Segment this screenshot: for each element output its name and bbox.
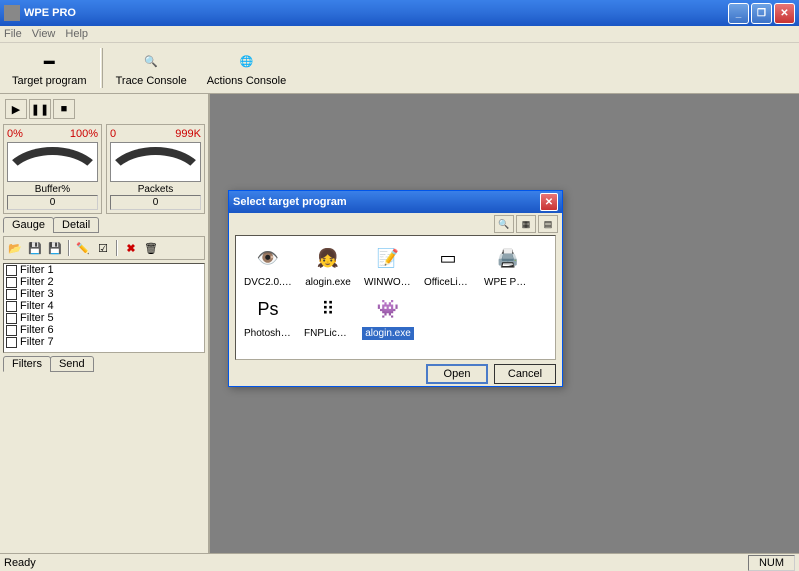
- filter-toolbar: 📂 💾 💾 ✏️ ☑ ✖ 🗑: [3, 236, 205, 260]
- status-bar: Ready NUM: [0, 553, 799, 571]
- dialog-title: Select target program: [233, 196, 540, 208]
- main-titlebar: WPE PRO _ ❐ ✕: [0, 0, 799, 26]
- tab-gauge[interactable]: Gauge: [3, 217, 54, 233]
- filter-item[interactable]: Filter 2: [4, 276, 204, 288]
- dialog-titlebar[interactable]: Select target program ✕: [229, 191, 562, 213]
- open-button[interactable]: Open: [426, 364, 488, 384]
- program-icon: 🖨️: [492, 242, 524, 274]
- sidebar: ▶ ❚❚ ■ 0%100% Buffer% 0 0999K Packets 0 …: [0, 94, 210, 559]
- globe-icon: 🌐: [230, 49, 262, 73]
- program-icon: ⠿: [312, 293, 344, 325]
- filter-item[interactable]: Filter 7: [4, 336, 204, 348]
- magnifier-icon: 🔍: [135, 49, 167, 73]
- play-button[interactable]: ▶: [5, 99, 27, 119]
- tab-filters[interactable]: Filters: [3, 356, 51, 372]
- toggle-icon[interactable]: ☑: [94, 239, 112, 257]
- file-item[interactable]: 👁️DVC2.0.exe: [242, 242, 294, 289]
- file-item[interactable]: 🖨️WPE PRO.exe: [482, 242, 534, 289]
- filter-item[interactable]: Filter 5: [4, 312, 204, 324]
- menu-help[interactable]: Help: [65, 28, 88, 40]
- trash-icon[interactable]: 🗑: [142, 239, 160, 257]
- packets-gauge: 0999K Packets 0: [106, 124, 205, 214]
- program-icon: 👾: [372, 293, 404, 325]
- filter-item[interactable]: Filter 4: [4, 300, 204, 312]
- open-icon[interactable]: 📂: [6, 239, 24, 257]
- dialog-close-button[interactable]: ✕: [540, 193, 558, 211]
- status-num: NUM: [748, 555, 795, 571]
- cancel-button[interactable]: Cancel: [494, 364, 556, 384]
- view-list-button[interactable]: ▤: [538, 215, 558, 233]
- chip-icon: ▬: [33, 49, 65, 73]
- filter-item[interactable]: Filter 3: [4, 288, 204, 300]
- maximize-button[interactable]: ❐: [751, 3, 772, 24]
- delete-icon[interactable]: ✖: [122, 239, 140, 257]
- view-icons-button[interactable]: ▦: [516, 215, 536, 233]
- program-icon: Ps: [252, 293, 284, 325]
- file-item[interactable]: PsPhotoshop.exe: [242, 293, 294, 340]
- save-icon[interactable]: 💾: [26, 239, 44, 257]
- buffer-gauge: 0%100% Buffer% 0: [3, 124, 102, 214]
- close-button[interactable]: ✕: [774, 3, 795, 24]
- stop-button[interactable]: ■: [53, 99, 75, 119]
- program-icon: 👧: [312, 242, 344, 274]
- checkbox-icon[interactable]: [6, 277, 17, 288]
- target-program-button[interactable]: ▬ Target program: [3, 46, 96, 90]
- menu-view[interactable]: View: [32, 28, 56, 40]
- trace-console-button[interactable]: 🔍 Trace Console: [107, 46, 196, 90]
- checkbox-icon[interactable]: [6, 301, 17, 312]
- file-item[interactable]: 👾alogin.exe: [362, 293, 414, 340]
- tab-send[interactable]: Send: [50, 356, 94, 372]
- filter-item[interactable]: Filter 6: [4, 324, 204, 336]
- file-item[interactable]: ▭OfficeLiveSi...: [422, 242, 474, 289]
- gauge-meter: [7, 142, 98, 182]
- tab-detail[interactable]: Detail: [53, 217, 99, 233]
- checkbox-icon[interactable]: [6, 265, 17, 276]
- status-text: Ready: [4, 557, 36, 569]
- gauge-tabs: Gauge Detail: [3, 217, 205, 233]
- filter-list[interactable]: Filter 1Filter 2Filter 3Filter 4Filter 5…: [3, 263, 205, 353]
- minimize-button[interactable]: _: [728, 3, 749, 24]
- pause-button[interactable]: ❚❚: [29, 99, 51, 119]
- menu-file[interactable]: File: [4, 28, 22, 40]
- app-icon: [4, 5, 20, 21]
- file-item[interactable]: ⠿FNPLicensi...: [302, 293, 354, 340]
- save-all-icon[interactable]: 💾: [46, 239, 64, 257]
- program-icon: ▭: [432, 242, 464, 274]
- refresh-icon[interactable]: 🔍: [494, 215, 514, 233]
- toolbar-divider: [100, 48, 103, 88]
- actions-console-button[interactable]: 🌐 Actions Console: [198, 46, 296, 90]
- playback-controls: ▶ ❚❚ ■: [3, 97, 205, 121]
- dialog-toolbar: 🔍 ▦ ▤: [229, 213, 562, 235]
- gauge-meter: [110, 142, 201, 182]
- main-toolbar: ▬ Target program 🔍 Trace Console 🌐 Actio…: [0, 43, 799, 94]
- file-item[interactable]: 📝WINWORD...: [362, 242, 414, 289]
- dialog-file-list[interactable]: 👁️DVC2.0.exe👧alogin.exe📝WINWORD...▭Offic…: [235, 235, 556, 360]
- program-icon: 📝: [372, 242, 404, 274]
- file-item[interactable]: 👧alogin.exe: [302, 242, 354, 289]
- edit-icon[interactable]: ✏️: [74, 239, 92, 257]
- select-target-dialog: Select target program ✕ 🔍 ▦ ▤ 👁️DVC2.0.e…: [228, 190, 563, 387]
- menu-bar: File View Help: [0, 26, 799, 43]
- checkbox-icon[interactable]: [6, 337, 17, 348]
- window-title: WPE PRO: [24, 7, 728, 19]
- filter-bottom-tabs: Filters Send: [3, 356, 205, 372]
- checkbox-icon[interactable]: [6, 289, 17, 300]
- checkbox-icon[interactable]: [6, 313, 17, 324]
- filter-item[interactable]: Filter 1: [4, 264, 204, 276]
- checkbox-icon[interactable]: [6, 325, 17, 336]
- program-icon: 👁️: [252, 242, 284, 274]
